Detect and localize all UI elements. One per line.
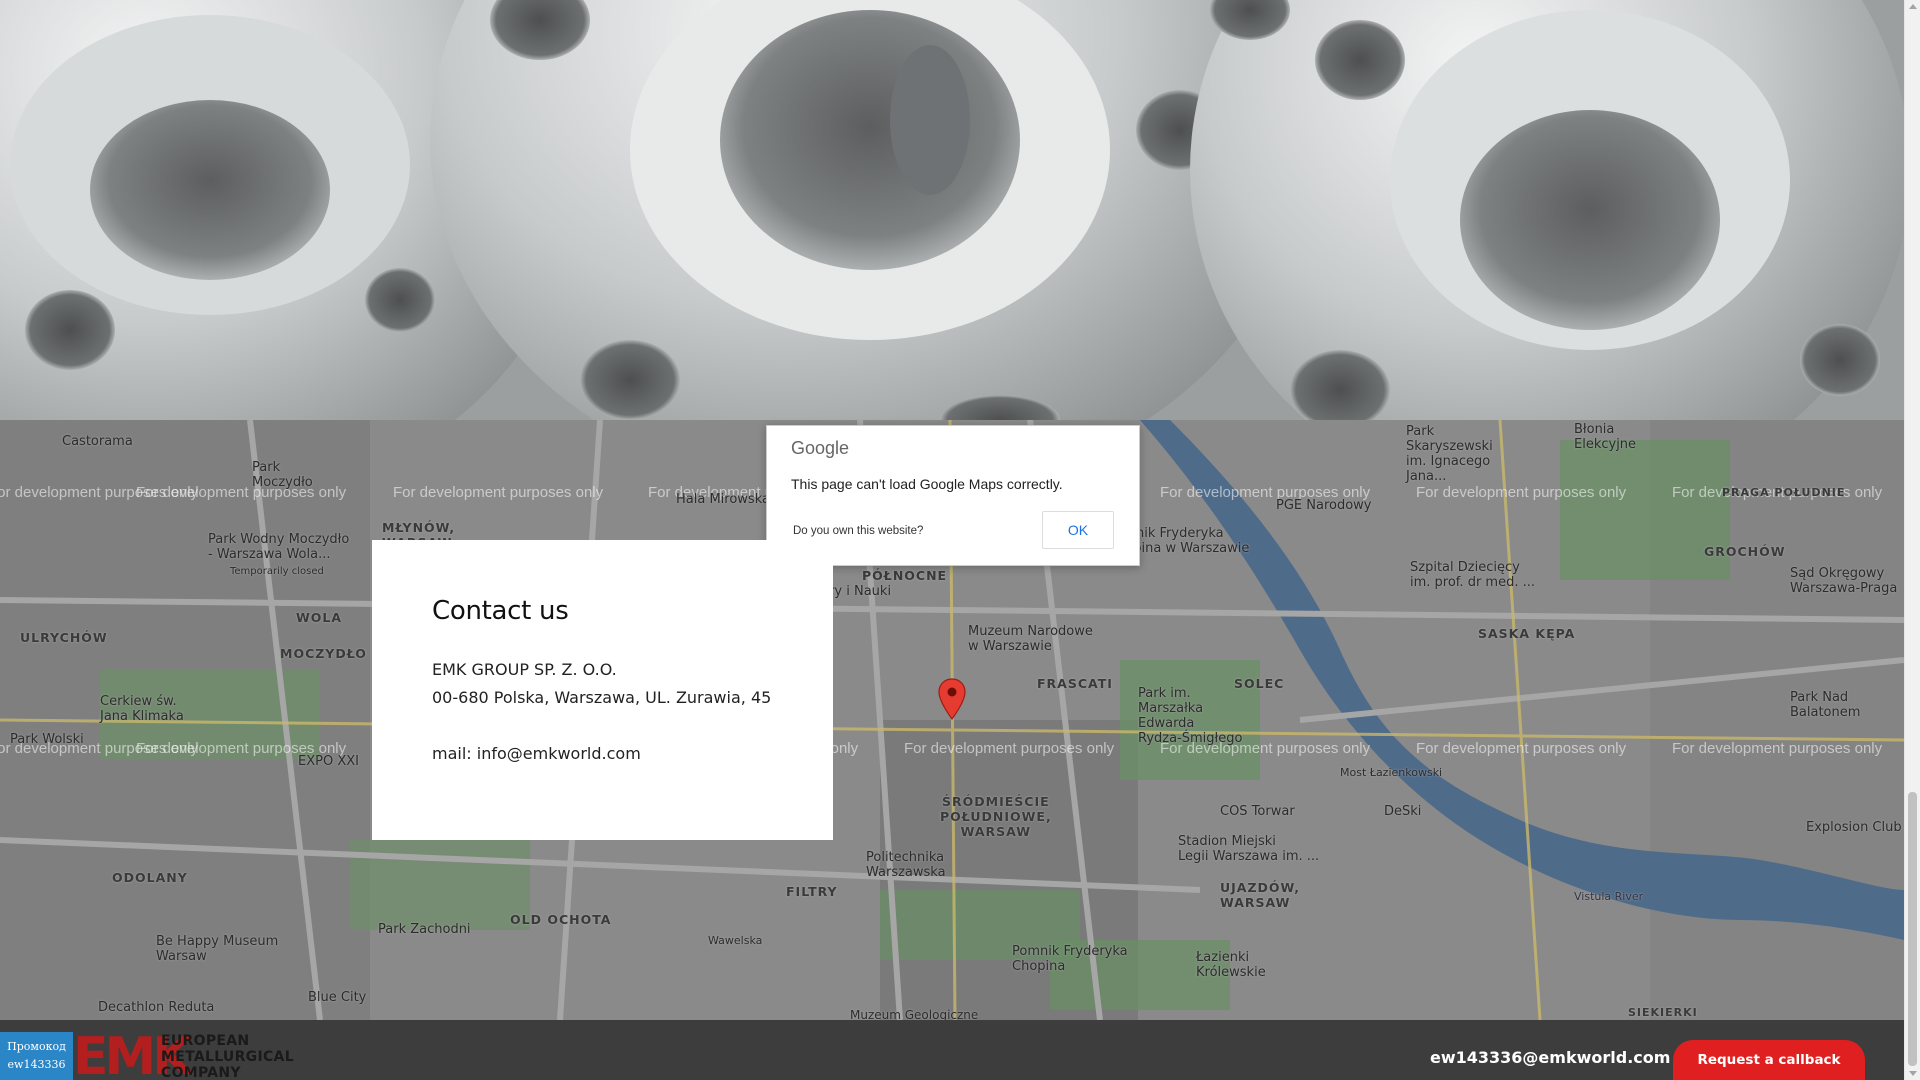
google-logo: Google bbox=[791, 438, 850, 458]
map-label: Hala Mirowska bbox=[676, 492, 770, 507]
map-label: Castorama bbox=[62, 434, 133, 449]
emk-logo[interactable]: EMK EUROPEAN METALLURGICAL COMPANY bbox=[73, 1030, 294, 1080]
hero-flanges-image bbox=[0, 0, 1904, 420]
map-label: WOLA bbox=[296, 610, 343, 625]
map-label: Park Skaryszewski im. Ignacego Jana... bbox=[1406, 424, 1493, 484]
map-watermark: For development purposes only bbox=[393, 484, 604, 501]
map-label: SIEKIERKI bbox=[1628, 1006, 1698, 1019]
map-label: Pomnik Fryderyka Chopina bbox=[1012, 944, 1128, 974]
map-label: Park Wodny Moczydło - Warszawa Wola... bbox=[208, 532, 350, 562]
map-label: Most Łazienkowski bbox=[1340, 766, 1443, 779]
map-label: Muzeum Geologiczne bbox=[850, 1008, 979, 1020]
map-label: Szpital Dziecięcy im. prof. dr med. ... bbox=[1410, 560, 1536, 590]
map-label: GROCHÓW bbox=[1704, 544, 1786, 559]
company-name: EMK GROUP SP. Z. O.O. bbox=[432, 660, 617, 679]
promo-label: Промокод bbox=[7, 1040, 66, 1053]
map-label: Be Happy Museum Warsaw bbox=[156, 934, 279, 964]
map-label: Sąd Okręgowy Warszawa-Praga bbox=[1790, 566, 1898, 596]
scroll-up-arrow-icon[interactable] bbox=[1909, 4, 1917, 9]
map-label: Vistula River bbox=[1574, 890, 1644, 903]
logo-line: EUROPEAN bbox=[161, 1033, 250, 1049]
map-label: SASKA KĘPA bbox=[1478, 626, 1576, 641]
page-scrollbar[interactable] bbox=[1904, 0, 1920, 1080]
map-label: PRAGA POŁUDNIE bbox=[1722, 486, 1846, 499]
map-label: Wawelska bbox=[708, 934, 763, 947]
map-label: Łazienki Królewskie bbox=[1196, 950, 1266, 980]
map-label: FRASCATI bbox=[1037, 676, 1113, 691]
map-label: Park Wolski bbox=[10, 732, 84, 747]
map-label: OLD OCHOTA bbox=[510, 912, 612, 927]
logo-line: COMPANY bbox=[161, 1065, 241, 1080]
dialog-ok-button[interactable]: OK bbox=[1042, 511, 1114, 549]
map-watermark: For development purposes only bbox=[1416, 740, 1627, 757]
map-label: DeSki bbox=[1384, 804, 1422, 819]
map-label: FILTRY bbox=[786, 884, 838, 899]
request-callback-button[interactable]: Request a callback bbox=[1673, 1040, 1865, 1080]
map-label: Park Zachodni bbox=[378, 922, 471, 937]
promo-code: ew143336 bbox=[7, 1058, 66, 1071]
map-label: COS Torwar bbox=[1220, 804, 1295, 819]
company-address: 00-680 Polska, Warszawa, UL. Zurawia, 45 bbox=[432, 688, 772, 707]
map-label: Blue City bbox=[308, 990, 367, 1005]
map-watermark: For development purposes only bbox=[904, 740, 1115, 757]
map-label: PGE Narodowy bbox=[1276, 498, 1372, 513]
map-label: PÓŁNOCNE bbox=[862, 568, 948, 583]
map-label: Muzeum Narodowe w Warszawie bbox=[968, 624, 1093, 654]
footer-email-link[interactable]: ew143336@emkworld.com bbox=[1430, 1048, 1670, 1067]
map-watermark: For development purposes only bbox=[1416, 484, 1627, 501]
contact-mail-link[interactable]: info@emkworld.com bbox=[477, 744, 641, 763]
map-label: Park Moczydło bbox=[252, 460, 313, 490]
mail-prefix: mail: bbox=[432, 744, 477, 763]
map-watermark: For development purposes only bbox=[136, 484, 347, 501]
contact-card: Contact us EMK GROUP SP. Z. O.O. 00-680 … bbox=[372, 540, 833, 840]
map-label: Decathlon Reduta bbox=[98, 1000, 215, 1015]
own-website-link[interactable]: Do you own this website? bbox=[793, 525, 923, 537]
map-label: MOCZYDŁO bbox=[280, 646, 367, 661]
logo-line: METALLURGICAL bbox=[161, 1049, 294, 1065]
logo-wordmark: EUROPEAN METALLURGICAL COMPANY bbox=[161, 1033, 294, 1080]
maps-error-message: This page can't load Google Maps correct… bbox=[791, 476, 1063, 492]
scroll-down-arrow-icon[interactable] bbox=[1909, 1071, 1917, 1076]
map-label: ŚRÓDMIEŚCIE POŁUDNIOWE, WARSAW bbox=[940, 794, 1052, 839]
flanges-illustration bbox=[0, 0, 1904, 420]
map-label: Park Nad Balatonem bbox=[1790, 690, 1861, 720]
map-label: EXPO XXI bbox=[298, 754, 359, 769]
map-label: ULRYCHÓW bbox=[20, 630, 108, 645]
map-label: Temporarily closed bbox=[230, 566, 324, 577]
map-label: Politechnika Warszawska bbox=[866, 850, 946, 880]
map-label: Park im. Marszałka Edwarda Rydza-Śmigłeg… bbox=[1138, 686, 1243, 746]
map-label: ODOLANY bbox=[112, 870, 188, 885]
contact-mail-row: mail: info@emkworld.com bbox=[432, 740, 773, 768]
scrollbar-thumb[interactable] bbox=[1908, 792, 1917, 1066]
map-label: Cerkiew św. Jana Klimaka bbox=[100, 694, 184, 724]
location-pin-icon[interactable] bbox=[938, 678, 966, 720]
map-label: Explosion Club bbox=[1806, 820, 1902, 835]
map-label: Błonia Elekcyjne bbox=[1574, 422, 1637, 452]
map-label: Stadion Miejski Legii Warszawa im. ... bbox=[1178, 834, 1320, 864]
page: For development purposes only For develo… bbox=[0, 0, 1920, 1080]
contact-title: Contact us bbox=[432, 596, 569, 626]
map-watermark: For development purposes only bbox=[1672, 740, 1883, 757]
promo-code-badge[interactable]: Промокод ew143336 bbox=[0, 1032, 73, 1080]
map-label: UJAZDÓW, WARSAW bbox=[1220, 880, 1301, 910]
